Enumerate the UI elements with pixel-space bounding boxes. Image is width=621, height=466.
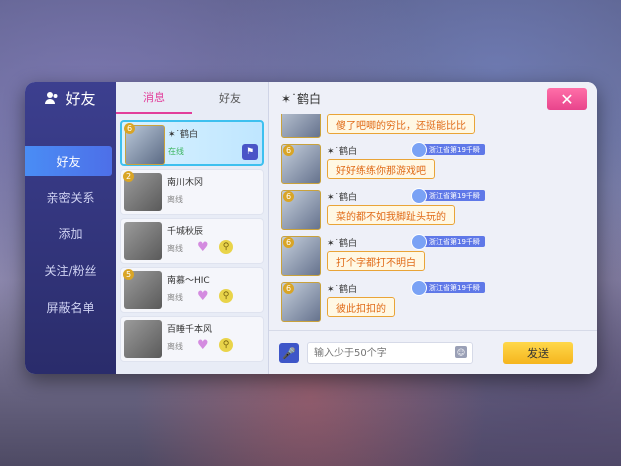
avatar bbox=[124, 222, 162, 260]
sender-name: ✶˙鹤白 bbox=[327, 285, 358, 295]
avatar bbox=[281, 114, 321, 138]
nav-item-intimacy[interactable]: 亲密关系 bbox=[25, 182, 116, 212]
nav-title-text: 好友 bbox=[65, 89, 96, 108]
location-text: 浙江省第19千瞬 bbox=[429, 237, 480, 246]
emoji-button[interactable]: ☺ bbox=[455, 346, 467, 358]
level-badge: 6 bbox=[283, 191, 294, 202]
close-button[interactable]: ✕ bbox=[547, 88, 587, 110]
close-icon: ✕ bbox=[560, 89, 574, 109]
key-icon[interactable]: ⚲ bbox=[219, 289, 233, 303]
friend-item[interactable]: 5 南慕～HIC 离线 ♥ ⚲ bbox=[120, 267, 264, 313]
level-badge: 6 bbox=[283, 145, 294, 156]
friend-name: ✶˙鹤白 bbox=[168, 130, 199, 140]
rank-icon bbox=[411, 188, 427, 204]
tab-messages[interactable]: 消息 bbox=[116, 82, 192, 114]
level-badge: 2 bbox=[123, 171, 134, 182]
emoji-icon: ☺ bbox=[456, 347, 466, 357]
message-bubble: 菜的都不如我脚趾头玩的 bbox=[327, 205, 455, 225]
nav-item-follow[interactable]: 关注/粉丝 bbox=[25, 255, 116, 285]
friend-status: 离线 bbox=[167, 244, 183, 253]
friend-name: 南慕～HIC bbox=[167, 276, 210, 286]
sender-name: ✶˙鹤白 bbox=[327, 147, 358, 157]
list-tabs: 消息 好友 bbox=[116, 82, 268, 114]
level-badge: 6 bbox=[283, 283, 294, 294]
tab-friends[interactable]: 好友 bbox=[192, 82, 268, 114]
input-bar: 🎤 ☺ 发送 bbox=[269, 330, 597, 374]
friend-name: 南川木冈 bbox=[167, 178, 204, 188]
heart-icon[interactable]: ♥ bbox=[197, 289, 209, 304]
friends-icon bbox=[45, 92, 58, 104]
location-text: 浙江省第19千瞬 bbox=[429, 283, 480, 292]
nav-item-label: 屏蔽名单 bbox=[46, 300, 95, 315]
location-text: 浙江省第19千瞬 bbox=[429, 191, 480, 200]
message-bubble: 打个字都打不明白 bbox=[327, 251, 425, 271]
friend-name: 百睡千本风 bbox=[167, 325, 213, 335]
nav-title: 好友 bbox=[25, 82, 116, 114]
level-badge: 6 bbox=[283, 237, 294, 248]
nav-item-label: 关注/粉丝 bbox=[44, 263, 97, 278]
friend-status: 离线 bbox=[167, 293, 183, 302]
message-input[interactable] bbox=[307, 342, 473, 364]
rank-icon bbox=[411, 234, 427, 250]
heart-icon[interactable]: ♥ bbox=[197, 338, 209, 353]
location-badge: 浙江省第19千瞬 bbox=[411, 188, 485, 204]
message-bubble: 好好练练你那游戏吧 bbox=[327, 159, 435, 179]
avatar bbox=[124, 320, 162, 358]
friend-item[interactable]: 百睡千本风 离线 ♥ ⚲ bbox=[120, 316, 264, 362]
key-icon[interactable]: ⚲ bbox=[219, 338, 233, 352]
chat-area: ✶˙鹤白 ✕ 傻了吧唧的穷比，还挺能比比 6 ✶˙鹤白 浙江省第19千瞬 好好练… bbox=[269, 82, 597, 374]
microphone-icon: 🎤 bbox=[282, 346, 296, 360]
sender-name: ✶˙鹤白 bbox=[327, 193, 358, 203]
location-badge: 浙江省第19千瞬 bbox=[411, 280, 485, 296]
message-bubble: 彼此扣扣的 bbox=[327, 297, 395, 317]
heart-icon[interactable]: ♥ bbox=[197, 240, 209, 255]
friend-item[interactable]: 千城秋辰 离线 ♥ ⚲ bbox=[120, 218, 264, 264]
friend-status: 离线 bbox=[167, 195, 183, 204]
nav-item-label: 亲密关系 bbox=[46, 190, 95, 205]
sender-name: ✶˙鹤白 bbox=[327, 239, 358, 249]
friend-list: 消息 好友 6 ✶˙鹤白 在线 ⚑ 2 南川木冈 离线 千城秋辰 离线 ♥ ⚲ … bbox=[116, 82, 269, 374]
friend-status: 离线 bbox=[167, 342, 183, 351]
key-icon[interactable]: ⚲ bbox=[219, 240, 233, 254]
location-text: 浙江省第19千瞬 bbox=[429, 145, 480, 154]
friend-name: 千城秋辰 bbox=[167, 227, 204, 237]
message-list[interactable]: 傻了吧唧的穷比，还挺能比比 6 ✶˙鹤白 浙江省第19千瞬 好好练练你那游戏吧 … bbox=[269, 114, 597, 330]
location-badge: 浙江省第19千瞬 bbox=[411, 142, 485, 158]
microphone-button[interactable]: 🎤 bbox=[279, 343, 299, 363]
message-bubble: 傻了吧唧的穷比，还挺能比比 bbox=[327, 114, 475, 134]
nav-item-label: 添加 bbox=[58, 226, 83, 241]
nav-item-label: 好友 bbox=[56, 154, 81, 169]
friend-item[interactable]: 2 南川木冈 离线 bbox=[120, 169, 264, 215]
message: 6 ✶˙鹤白 浙江省第19千瞬 打个字都打不明白 bbox=[275, 234, 595, 278]
nav-item-add[interactable]: 添加 bbox=[25, 218, 116, 248]
message: 6 ✶˙鹤白 浙江省第19千瞬 菜的都不如我脚趾头玩的 bbox=[275, 188, 595, 232]
flag-icon[interactable]: ⚑ bbox=[242, 144, 258, 160]
friend-status: 在线 bbox=[168, 147, 184, 156]
nav-item-friends[interactable]: 好友 bbox=[25, 146, 112, 176]
level-badge: 6 bbox=[124, 123, 135, 134]
rank-icon bbox=[411, 280, 427, 296]
nav-item-blocklist[interactable]: 屏蔽名单 bbox=[25, 292, 116, 322]
send-button[interactable]: 发送 bbox=[503, 342, 573, 364]
rank-icon bbox=[411, 142, 427, 158]
friends-panel: 好友 好友 亲密关系 添加 关注/粉丝 屏蔽名单 消息 好友 6 ✶˙鹤白 在线… bbox=[25, 82, 597, 374]
friend-item[interactable]: 6 ✶˙鹤白 在线 ⚑ bbox=[120, 120, 264, 166]
message: 6 ✶˙鹤白 浙江省第19千瞬 彼此扣扣的 bbox=[275, 280, 595, 324]
message: 6 ✶˙鹤白 浙江省第19千瞬 好好练练你那游戏吧 bbox=[275, 142, 595, 186]
location-badge: 浙江省第19千瞬 bbox=[411, 234, 485, 250]
level-badge: 5 bbox=[123, 269, 134, 280]
side-nav: 好友 好友 亲密关系 添加 关注/粉丝 屏蔽名单 bbox=[25, 82, 116, 374]
